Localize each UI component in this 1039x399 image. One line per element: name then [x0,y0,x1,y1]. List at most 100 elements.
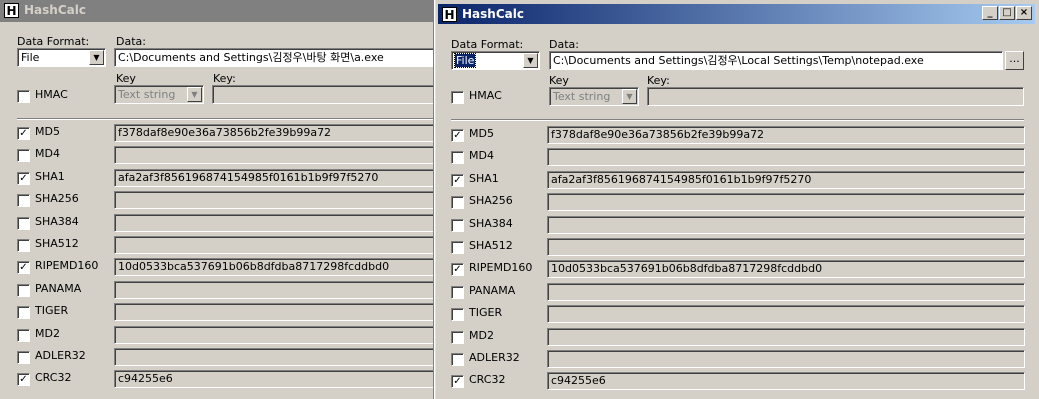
hash-output-tiger[interactable] [114,303,433,322]
hash-checkbox-sha1[interactable]: ✓ [17,171,30,185]
hash-output-adler32[interactable] [547,350,1025,368]
hash-checkbox-sha256[interactable] [451,196,464,210]
hash-label-crc32: CRC32 [469,373,506,387]
data-format-select[interactable]: File ▼ [451,51,540,70]
hash-checkbox-md4[interactable] [451,151,464,165]
data-input[interactable]: C:\Documents and Settings\김정우\바탕 화면\a.ex… [114,48,433,67]
hash-label-sha384: SHA384 [35,214,79,228]
data-format-value: File [453,53,477,68]
hash-output-ripemd160[interactable]: 10d0533bca537691b06b8dfdba8717298fcddbd0 [547,260,1025,279]
hashcalc-window-right: H HashCalc _ □ × Data Format: Data: File ▼… [434,0,1039,399]
hash-checkbox-ripemd160[interactable]: ✓ [451,263,464,277]
hash-output-crc32[interactable]: c94255e6 [114,370,433,389]
hash-label-sha512: SHA512 [35,237,79,250]
hash-label-panama: PANAMA [35,281,82,295]
hash-label-sha256: SHA256 [35,192,79,206]
hash-label-ripemd160: RIPEMD160 [35,259,99,273]
hash-label-md5: MD5 [35,125,60,138]
hash-output-ripemd160[interactable]: 10d0533bca537691b06b8dfdba8717298fcddbd0 [114,258,433,277]
hash-output-md2[interactable] [114,325,433,344]
dropdown-arrow-icon[interactable]: ▼ [622,89,637,104]
hash-output-crc32[interactable]: c94255e6 [547,372,1025,391]
window-title: HashCalc [462,7,524,21]
separator [451,119,1024,121]
hash-output-sha384[interactable] [114,213,433,232]
dropdown-arrow-icon[interactable]: ▼ [89,50,104,65]
hash-label-md5: MD5 [469,127,494,140]
window-controls: _ □ × [981,6,1032,20]
minimize-icon[interactable]: _ [982,6,998,20]
hmac-checkbox[interactable] [17,90,30,103]
key-format-select[interactable]: Text string ▼ [114,85,204,104]
hash-output-sha512[interactable] [547,238,1025,256]
window-title: HashCalc [24,3,86,17]
hash-output-adler32[interactable] [114,348,433,366]
hash-checkbox-md4[interactable] [17,149,30,163]
hash-checkbox-panama[interactable] [451,285,464,299]
hash-checkbox-sha384[interactable] [17,216,30,230]
hash-checkbox-ripemd160[interactable]: ✓ [17,261,30,275]
hash-label-sha1: SHA1 [469,171,499,185]
hash-output-sha384[interactable] [547,215,1025,234]
hash-output-md2[interactable] [547,327,1025,346]
key-input[interactable] [647,87,1024,106]
hash-checkbox-sha384[interactable] [451,218,464,232]
key-input[interactable] [212,85,433,104]
hash-output-md4[interactable] [114,146,433,165]
hmac-checkbox[interactable] [451,91,464,104]
hash-checkbox-sha512[interactable] [17,239,30,252]
key-format-select[interactable]: Text string ▼ [549,87,639,106]
key-format-label: Key [116,72,136,85]
hmac-label: HMAC [35,88,68,101]
data-format-select[interactable]: File ▼ [17,48,106,67]
hash-output-sha256[interactable] [547,193,1025,212]
hash-label-sha512: SHA512 [469,239,513,252]
hash-output-md4[interactable] [547,148,1025,167]
hash-checkbox-tiger[interactable] [451,308,464,322]
app-icon: H [4,3,19,18]
data-input[interactable]: C:\Documents and Settings\김정우\Local Sett… [549,51,1003,70]
hash-label-panama: PANAMA [469,283,516,297]
hash-checkbox-sha512[interactable] [451,241,464,254]
browse-button[interactable]: ... [1005,51,1024,70]
maximize-icon[interactable]: □ [999,6,1015,20]
hash-output-md5[interactable]: f378daf8e90e36a73856b2fe39b99a72 [547,126,1025,144]
key-format-label: Key [549,74,569,87]
hash-checkbox-adler32[interactable] [451,353,464,366]
hash-checkbox-md5[interactable]: ✓ [451,129,464,142]
hash-output-sha512[interactable] [114,236,433,254]
hash-label-md4: MD4 [469,149,494,163]
hash-output-sha1[interactable]: afa2af3f856196874154985f0161b1b9f97f5270 [547,170,1025,189]
hash-label-crc32: CRC32 [35,371,72,385]
hash-checkbox-sha256[interactable] [17,194,30,208]
hash-output-sha256[interactable] [114,191,433,210]
hash-output-sha1[interactable]: afa2af3f856196874154985f0161b1b9f97f5270 [114,168,433,187]
key-label: Key: [213,72,236,85]
hash-output-tiger[interactable] [547,305,1025,324]
hmac-label: HMAC [469,89,502,102]
hash-output-md5[interactable]: f378daf8e90e36a73856b2fe39b99a72 [114,124,433,142]
hash-checkbox-panama[interactable] [17,283,30,297]
data-format-label: Data Format: [17,35,90,48]
hash-checkbox-adler32[interactable] [17,351,30,364]
data-input-value: C:\Documents and Settings\김정우\Local Sett… [553,54,924,67]
hash-checkbox-md5[interactable]: ✓ [17,127,30,140]
hash-label-adler32: ADLER32 [469,351,520,364]
hash-output-panama[interactable] [114,280,433,299]
close-icon[interactable]: × [1016,6,1032,20]
hash-checkbox-crc32[interactable]: ✓ [17,373,30,387]
hash-checkbox-crc32[interactable]: ✓ [451,375,464,389]
separator [17,118,433,120]
hash-checkbox-md2[interactable] [451,330,464,344]
hash-label-md2: MD2 [469,328,494,342]
title-bar[interactable]: H HashCalc [0,0,433,22]
hash-checkbox-sha1[interactable]: ✓ [451,173,464,187]
dropdown-arrow-icon[interactable]: ▼ [523,53,538,68]
data-label: Data: [549,38,579,51]
hash-checkbox-md2[interactable] [17,328,30,342]
hash-checkbox-tiger[interactable] [17,306,30,320]
dropdown-arrow-icon[interactable]: ▼ [187,87,202,102]
title-bar[interactable]: H HashCalc _ □ × [438,4,1035,24]
key-label: Key: [647,74,670,87]
hash-output-panama[interactable] [547,282,1025,301]
